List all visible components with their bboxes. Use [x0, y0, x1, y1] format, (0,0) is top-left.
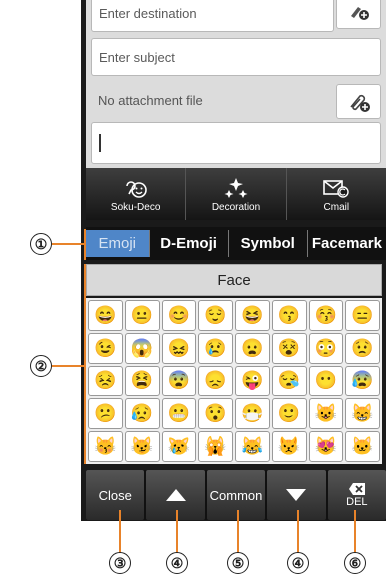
soku-deco-label: Soku-Deco — [110, 201, 161, 213]
text-cursor — [99, 134, 101, 152]
tab-symbol[interactable]: Symbol — [229, 230, 308, 257]
emoji-cell[interactable]: 😞 — [198, 365, 233, 397]
emoji-cell[interactable]: 😹 — [235, 431, 270, 462]
emoji-cell[interactable]: 😶 — [308, 365, 344, 397]
del-label: DEL — [346, 496, 368, 508]
down-arrow-icon — [286, 489, 307, 501]
emoji-cell[interactable]: 😢 — [198, 332, 233, 364]
callout-2-line — [52, 365, 86, 367]
category-label: Face — [217, 271, 251, 289]
attachment-label: No attachment file — [98, 93, 203, 108]
emoji-cell[interactable]: 🐱 — [345, 431, 380, 462]
emoji-cell[interactable]: 😻 — [308, 431, 344, 462]
emoji-cell[interactable]: 😨 — [161, 365, 197, 397]
phone-screen: Enter destination Enter subject No attac… — [81, 0, 386, 521]
emoji-cell[interactable]: 😵 — [271, 332, 307, 364]
emoji-cell[interactable]: 😊 — [161, 300, 197, 331]
figure: Enter destination Enter subject No attac… — [0, 0, 386, 576]
emoji-cell[interactable]: 😙 — [271, 300, 307, 331]
decoration-button[interactable]: Decoration — [186, 168, 287, 220]
emoji-cell[interactable]: 😫 — [124, 365, 160, 397]
emoji-cell[interactable]: 😟 — [345, 332, 380, 364]
callout-3-line — [119, 510, 121, 554]
callout-1-line — [52, 243, 86, 245]
callout-4a-line — [176, 510, 178, 554]
emoji-cell[interactable]: 😜 — [235, 365, 270, 397]
subject-field[interactable]: Enter subject — [91, 38, 381, 76]
emoji-cell[interactable]: 🙀 — [198, 431, 233, 462]
emoji-cell[interactable]: 😸 — [345, 398, 380, 430]
category-selector[interactable]: Face — [86, 264, 382, 296]
callout-2-bracket — [84, 264, 86, 464]
cmail-button[interactable]: Cmail — [287, 168, 386, 220]
delete-button[interactable]: DEL — [327, 470, 386, 520]
input-type-tabs: Emoji D-Emoji Symbol Facemark — [86, 227, 386, 260]
emoji-cell[interactable]: 😿 — [161, 431, 197, 462]
backspace-icon — [348, 483, 365, 495]
attach-button[interactable] — [336, 84, 381, 119]
callout-6: ⑥ — [344, 552, 366, 574]
callout-1-bracket — [84, 229, 86, 260]
emoji-cell[interactable]: 😕 — [88, 398, 123, 430]
cmail-icon — [323, 179, 350, 198]
emoji-cell[interactable]: 😉 — [88, 332, 123, 364]
emoji-cell[interactable]: 😱 — [124, 332, 160, 364]
callout-5: ⑤ — [227, 552, 249, 574]
common-label: Common — [209, 487, 263, 503]
emoji-cell[interactable]: 😬 — [161, 398, 197, 430]
emoji-cell[interactable]: 😐 — [124, 300, 160, 331]
bottom-bar: Close Common DEL — [86, 470, 386, 520]
emoji-cell[interactable]: 😰 — [345, 365, 380, 397]
emoji-cell[interactable]: 😖 — [161, 332, 197, 364]
callout-3: ③ — [109, 552, 131, 574]
emoji-cell[interactable]: 😄 — [88, 300, 123, 331]
emoji-cell[interactable]: 😥 — [124, 398, 160, 430]
add-destination-button[interactable] — [336, 0, 381, 29]
emoji-cell[interactable]: 😳 — [308, 332, 344, 364]
emoji-grid: 😄 😐 😊 😌 😆 😙 😚 😑 😉 😱 😖 😢 😦 😵 😳 😟 😣 😫 😨 😞 😜 😪 😶 😰 😕 😥 😬 😯 😷 🙂 😺 😸 😽 😼 😿 🙀 😹 😾 😻 🐱 — [86, 298, 382, 464]
decoration-label: Decoration — [211, 201, 261, 213]
tab-emoji[interactable]: Emoji — [86, 230, 150, 257]
emoji-cell[interactable]: 😣 — [88, 365, 123, 397]
emoji-cell[interactable]: 😼 — [124, 431, 160, 462]
message-body-field[interactable] — [91, 122, 381, 164]
emoji-cell[interactable]: 🙂 — [271, 398, 307, 430]
tab-facemark[interactable]: Facemark — [308, 230, 386, 257]
emoji-cell[interactable]: 😽 — [88, 431, 123, 462]
emoji-cell[interactable]: 😌 — [198, 300, 233, 331]
person-add-icon — [350, 6, 369, 20]
callout-4b: ④ — [287, 552, 309, 574]
callout-1: ① — [30, 233, 52, 255]
cmail-label: Cmail — [323, 201, 350, 213]
emoji-cell[interactable]: 😚 — [308, 300, 344, 331]
emoji-cell[interactable]: 😑 — [345, 300, 380, 331]
emoji-cell[interactable]: 😷 — [235, 398, 270, 430]
callout-2: ② — [30, 355, 52, 377]
subject-placeholder: Enter subject — [99, 49, 175, 65]
paperclip-add-icon — [349, 94, 370, 112]
close-label: Close — [98, 487, 132, 503]
close-button[interactable]: Close — [86, 470, 145, 520]
compose-area: Enter destination Enter subject No attac… — [86, 0, 386, 168]
destination-field[interactable]: Enter destination — [91, 0, 334, 32]
emoji-cell[interactable]: 😦 — [235, 332, 270, 364]
up-arrow-icon — [165, 489, 186, 501]
emoji-cell[interactable]: 😪 — [271, 365, 307, 397]
emoji-cell[interactable]: 😆 — [235, 300, 270, 331]
emoji-cell[interactable]: 😺 — [308, 398, 344, 430]
callout-4a: ④ — [166, 552, 188, 574]
soku-deco-icon — [125, 180, 147, 198]
destination-placeholder: Enter destination — [99, 5, 197, 21]
sparkle-icon — [224, 177, 248, 198]
compose-toolbar: Soku-Deco Decoration Cmail — [86, 168, 386, 220]
emoji-cell[interactable]: 😯 — [198, 398, 233, 430]
callout-6-line — [354, 510, 356, 554]
callout-4b-line — [297, 510, 299, 554]
emoji-cell[interactable]: 😾 — [271, 431, 307, 462]
soku-deco-button[interactable]: Soku-Deco — [86, 168, 187, 220]
tab-d-emoji[interactable]: D-Emoji — [150, 230, 229, 257]
callout-5-line — [237, 510, 239, 554]
